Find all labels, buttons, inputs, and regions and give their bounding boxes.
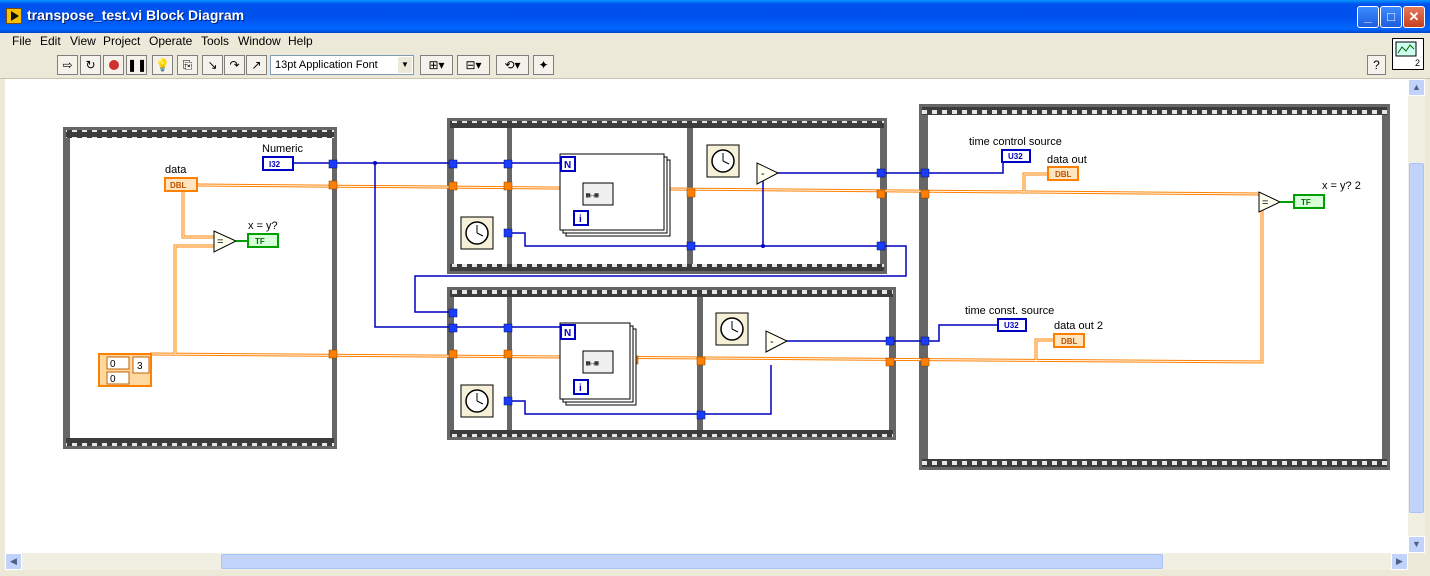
subtract-symbol-bottom: - [770,336,774,348]
reorder-icon[interactable]: ⟲▾ [496,55,529,75]
svg-text:▦↔▦: ▦↔▦ [586,192,599,200]
title-bar[interactable]: transpose_test.vi Block Diagram _ □ ✕ [0,0,1430,33]
distribute-icon[interactable]: ⊟▾ [457,55,490,75]
highlight-execution-icon[interactable]: 💡 [152,55,173,75]
vertical-scroll-thumb[interactable] [1409,163,1424,513]
scroll-up-icon[interactable]: ▲ [1408,79,1425,96]
xeqy2-tf-terminal: TF [1301,198,1311,207]
run-continuously-icon[interactable]: ↻ [80,55,101,75]
loop-index-terminal-2: i [579,383,582,394]
menu-tools[interactable]: Tools [201,34,229,48]
time-const-source-label: time const. source [965,305,1054,317]
data-out-label: data out [1047,154,1087,166]
chevron-down-icon: ▼ [398,57,412,73]
data-label: data [165,164,187,176]
scroll-left-icon[interactable]: ◀ [5,553,22,570]
data-out-2-dbl-terminal: DBL [1061,337,1078,346]
labview-app-icon [6,8,22,24]
tick-count-icon-2[interactable] [706,144,740,178]
data-dbl-terminal: DBL [170,181,187,190]
u32-terminal-2: U32 [1004,321,1019,330]
align-icon[interactable]: ⊞▾ [420,55,453,75]
menu-operate[interactable]: Operate [149,34,192,48]
data-out-dbl-terminal: DBL [1055,170,1072,179]
equal-symbol-right: = [1262,197,1268,209]
for-loop-bottom[interactable]: N i ▦↔▦ [559,322,637,406]
font-selector[interactable]: 13pt Application Font ▼ [270,55,414,75]
array-constant[interactable]: 0 0 3 [98,353,152,387]
step-over-icon[interactable]: ↷ [224,55,245,75]
abort-icon[interactable] [103,55,124,75]
menu-project[interactable]: Project [103,34,140,48]
labview-block-diagram-window: transpose_test.vi Block Diagram _ □ ✕ Fi… [0,0,1430,576]
loop-index-terminal: i [579,214,582,225]
array-value-3: 3 [137,361,143,372]
u32-terminal-1: U32 [1008,152,1023,161]
vi-icon-number: 2 [1415,58,1420,68]
run-icon[interactable]: ⇨ [57,55,78,75]
pause-icon[interactable]: ❚❚ [126,55,147,75]
minimize-button[interactable]: _ [1357,6,1379,28]
for-loop-top[interactable]: N i ▦↔▦ [559,153,671,237]
equal-symbol: = [217,236,223,248]
step-out-icon[interactable]: ↗ [246,55,267,75]
time-control-source-label: time control source [969,136,1062,148]
menu-file[interactable]: File [12,34,31,48]
vertical-scrollbar[interactable]: ▲ ▼ [1408,79,1425,553]
scroll-right-icon[interactable]: ▶ [1391,553,1408,570]
maximize-button[interactable]: □ [1380,6,1402,28]
scroll-down-icon[interactable]: ▼ [1408,536,1425,553]
loop-count-terminal-2: N [564,328,571,339]
sequence-structure-left[interactable] [63,127,337,449]
window-title: transpose_test.vi Block Diagram [27,7,245,23]
array-index-1: 0 [110,374,116,385]
toolbar: ⇨ ↻ ❚❚ 💡 ⎘ ↘ ↷ ↗ 13pt Application Font ▼… [0,51,1430,79]
context-help-button[interactable]: ? [1367,55,1386,75]
tick-count-icon[interactable] [460,216,494,250]
close-button[interactable]: ✕ [1403,6,1425,28]
subtract-symbol-top: - [761,168,765,180]
step-into-icon[interactable]: ↘ [202,55,223,75]
array-index-0: 0 [110,359,116,370]
xeqy-label: x = y? [248,220,278,232]
i32-terminal-label: I32 [269,160,281,169]
menu-window[interactable]: Window [238,34,281,48]
xeqy-tf-terminal: TF [255,237,265,246]
sequence-structure-right[interactable] [919,104,1390,470]
svg-text:▦↔▦: ▦↔▦ [586,360,599,368]
font-selector-value: 13pt Application Font [275,59,378,71]
retain-wire-values-icon[interactable]: ⎘ [177,55,198,75]
cleanup-diagram-icon[interactable]: ✦ [533,55,554,75]
menu-view[interactable]: View [70,34,96,48]
sequence-structure-bottom[interactable] [447,287,896,440]
data-out-2-label: data out 2 [1054,320,1103,332]
vi-icon[interactable]: 2 [1392,38,1424,70]
tick-count-icon-4[interactable] [715,312,749,346]
xeqy2-label: x = y? 2 [1322,180,1361,192]
menu-bar: File Edit View Project Operate Tools Win… [0,33,1430,50]
horizontal-scroll-thumb[interactable] [221,554,1163,569]
horizontal-scrollbar[interactable]: ◀ ▶ [5,553,1408,570]
tick-count-icon-3[interactable] [460,384,494,418]
block-diagram-canvas[interactable]: Numeric I32 data DBL = x = y? TF 0 0 3 N… [5,79,1408,553]
loop-count-terminal: N [564,160,571,171]
menu-help[interactable]: Help [288,34,313,48]
numeric-label: Numeric [262,143,303,155]
menu-edit[interactable]: Edit [40,34,61,48]
